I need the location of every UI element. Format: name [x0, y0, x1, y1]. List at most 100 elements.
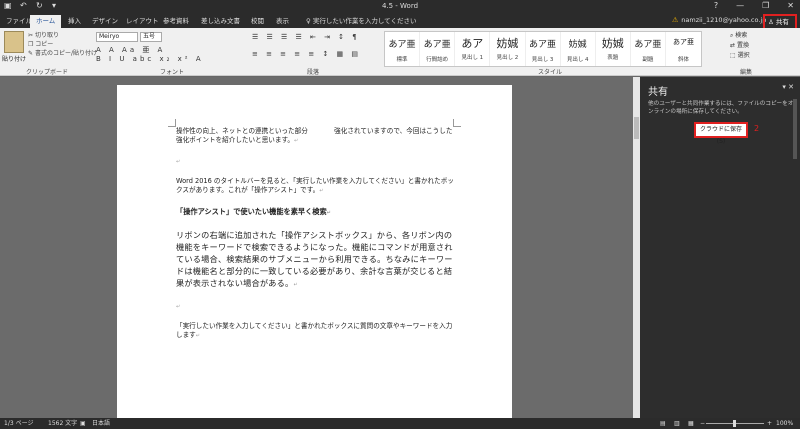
- paste-button[interactable]: 貼り付け: [2, 54, 26, 63]
- tab-layout[interactable]: レイアウト: [126, 15, 159, 28]
- replace-button[interactable]: ⇄ 置換: [730, 41, 750, 51]
- account-email: namzii_1210@yahoo.co.jp: [681, 16, 767, 24]
- tab-design[interactable]: デザイン: [92, 15, 118, 28]
- paragraph-mark-icon: ↵: [326, 210, 331, 216]
- paragraph-group-label: 段落: [307, 69, 320, 76]
- zoom-level[interactable]: 100%: [776, 418, 793, 429]
- style-sample: あア亜: [673, 38, 695, 46]
- style-heading-1[interactable]: あア 見出し 1: [455, 32, 491, 66]
- paragraph-mark-icon: ↵: [176, 159, 181, 165]
- tab-file[interactable]: ファイル: [6, 15, 32, 28]
- style-heading-3[interactable]: あア亜 見出し 3: [526, 32, 561, 66]
- status-bar: 1/3 ページ 1562 文字 ▣ 日本語 ▤ ▥ ▦ − + 100%: [0, 418, 800, 429]
- font-size-select[interactable]: 五号: [140, 32, 162, 42]
- replace-label: 置換: [736, 42, 749, 49]
- style-name: 見出し 4: [566, 57, 589, 63]
- font-name-select[interactable]: Meiryo: [96, 32, 138, 42]
- pane-close-icon[interactable]: ▾ ✕: [782, 83, 794, 91]
- select-button[interactable]: ⬚ 選択: [730, 51, 750, 61]
- style-heading-2[interactable]: 妨娍 見出し 2: [490, 32, 526, 66]
- share-button-label: 共有: [775, 18, 789, 26]
- editing-group-label: 編集: [740, 69, 753, 76]
- document-area: 操作性の向上、ネットとの連携といった部分 強化されていますので、今回はこうした強…: [0, 77, 640, 418]
- style-normal[interactable]: あア亜 標準: [385, 32, 421, 66]
- styles-group-label: スタイル: [538, 69, 563, 76]
- language-indicator[interactable]: 日本語: [92, 418, 110, 429]
- paragraph-mark-icon: ↵: [319, 188, 324, 194]
- style-name: 斜体: [678, 57, 690, 63]
- style-no-spacing[interactable]: あア亜 行間詰め: [420, 32, 456, 66]
- style-sample: 妨娍: [496, 37, 519, 50]
- paragraph-mark-icon: ↵: [176, 304, 181, 310]
- copy-button[interactable]: ❐ コピー: [28, 40, 97, 49]
- doc-paragraph: リボンの右端に追加された「操作アシストボックス」から、各リボン内の機能をキーワー…: [176, 229, 458, 291]
- paragraph-list-row[interactable]: ☰ ☰ ☰ ☰ ⇤ ⇥ ↕ ¶: [252, 33, 360, 41]
- style-sample: あア亜: [634, 40, 662, 50]
- select-label: 選択: [737, 52, 750, 59]
- zoom-slider-handle[interactable]: [733, 420, 736, 427]
- style-name: 標準: [396, 57, 408, 63]
- scrollbar-thumb[interactable]: [634, 117, 639, 139]
- font-format-row[interactable]: B I U abc x₂ x² A: [96, 55, 204, 63]
- document-page[interactable]: 操作性の向上、ネットとの連携といった部分 強化されていますので、今回はこうした強…: [117, 85, 512, 418]
- style-sample: あア亜: [388, 40, 416, 50]
- style-subtitle[interactable]: あア亜 副題: [631, 32, 666, 66]
- paragraph-mark-icon: ↵: [294, 138, 299, 144]
- cut-button[interactable]: ✂ 切り取り: [28, 31, 97, 40]
- style-sample: あア亜: [423, 40, 451, 50]
- word-count[interactable]: 1562 文字: [48, 418, 77, 429]
- paragraph-text: リボンの右端に追加された「操作アシストボックス」から、各リボン内の機能をキーワー…: [176, 230, 453, 288]
- style-title[interactable]: 妨娍 表題: [596, 32, 631, 66]
- tab-references[interactable]: 参考資料: [163, 15, 189, 28]
- title-bar: ▣ ↶ ↻ ▾ 4.5 - Word ? — ❐ ✕: [0, 0, 800, 14]
- style-sample: あア亜: [529, 40, 557, 50]
- paragraph-text: Word 2016 のタイトルバーを見ると、「実行したい作業を入力してください」…: [176, 177, 454, 194]
- close-button[interactable]: ✕: [787, 1, 794, 10]
- document-body[interactable]: 操作性の向上、ネットとの連携といった部分 強化されていますので、今回はこうした強…: [176, 127, 458, 352]
- tab-view[interactable]: 表示: [276, 15, 289, 28]
- proofing-icon[interactable]: ▣: [80, 418, 86, 429]
- style-name: 副題: [642, 57, 654, 63]
- select-icon: ⬚: [730, 52, 738, 59]
- window-title: 4.5 - Word: [381, 2, 419, 10]
- page-count[interactable]: 1/3 ページ: [4, 418, 33, 429]
- share-pane-description: 他のユーザーと共同作業するには、ファイルのコピーをオンラインの場所に保存してくだ…: [648, 101, 794, 115]
- pane-scrollbar[interactable]: [793, 99, 797, 159]
- tab-home[interactable]: ホーム: [30, 15, 62, 28]
- minimize-button[interactable]: —: [736, 1, 744, 10]
- tab-mailings[interactable]: 差し込み文書: [201, 15, 240, 28]
- doc-paragraph: 操作性の向上、ネットとの連携といった部分 強化されていますので、今回はこうした強…: [176, 127, 458, 146]
- tab-insert[interactable]: 挿入: [68, 15, 81, 28]
- format-painter-button[interactable]: ✎ 書式のコピー/貼り付け: [28, 49, 97, 58]
- ribbon-tabs: ファイル ホーム 挿入 デザイン レイアウト 参考資料 差し込み文書 校閲 表示…: [0, 14, 800, 28]
- font-tools-row[interactable]: A A Aa 亜 A: [96, 45, 165, 55]
- find-label: 検索: [735, 32, 748, 39]
- save-to-cloud-button[interactable]: クラウドに保存(S): [694, 122, 748, 145]
- brush-icon: ✎: [28, 50, 35, 57]
- style-sample: 妨娍: [568, 40, 587, 50]
- vertical-scrollbar[interactable]: [633, 77, 640, 418]
- style-sample: あア: [461, 37, 484, 50]
- zoom-out-icon[interactable]: −: [700, 418, 705, 429]
- style-heading-4[interactable]: 妨娍見出し 4: [561, 32, 596, 66]
- tell-me-box[interactable]: ♀ 実行したい作業を入力してください: [306, 15, 416, 28]
- help-button[interactable]: ?: [714, 1, 718, 10]
- find-button[interactable]: ⌕ 検索: [730, 31, 750, 41]
- zoom-in-icon[interactable]: +: [767, 418, 772, 429]
- annotation-number-2: 2: [754, 124, 760, 133]
- account-area[interactable]: ⚠ namzii_1210@yahoo.co.jp: [672, 16, 766, 24]
- web-layout-icon[interactable]: ▦: [688, 418, 694, 429]
- style-name: 表題: [607, 55, 619, 61]
- paragraph-align-row[interactable]: ≡ ≡ ≡ ≡ ≡ ↕ ▦ ▤: [252, 50, 361, 58]
- print-layout-icon[interactable]: ▥: [674, 418, 680, 429]
- paragraph-text: 操作性の向上、ネットとの連携といった部分 強化されていますので、今回はこうした強…: [176, 127, 453, 144]
- warning-icon: ⚠: [672, 16, 679, 24]
- cut-label: 切り取り: [34, 32, 59, 39]
- restore-button[interactable]: ❐: [762, 1, 769, 10]
- read-mode-icon[interactable]: ▤: [660, 418, 666, 429]
- tab-review[interactable]: 校閲: [251, 15, 264, 28]
- heading-text: 「操作アシスト」で使いたい機能を素早く検索: [176, 207, 327, 216]
- paste-icon[interactable]: [4, 31, 24, 53]
- paragraph-mark-icon: ↵: [195, 333, 200, 339]
- style-emphasis[interactable]: あア亜 斜体: [666, 32, 701, 66]
